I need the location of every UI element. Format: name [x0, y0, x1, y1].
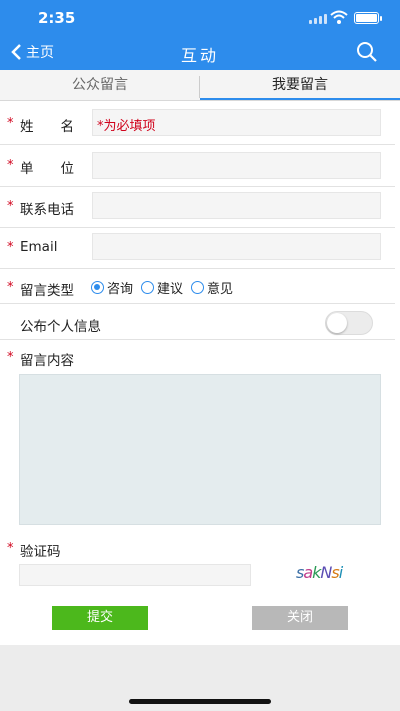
phone-field[interactable]	[92, 192, 381, 219]
search-icon[interactable]	[356, 41, 378, 63]
radio-label: 建议	[157, 282, 184, 297]
captcha-char: i	[338, 563, 344, 582]
captcha-char: N	[320, 563, 332, 582]
status-bar: 2:35	[0, 0, 400, 34]
content-label: 留言内容	[20, 353, 74, 369]
required-mark: *	[7, 199, 14, 214]
captcha-label: 验证码	[20, 544, 61, 560]
radio-empty-icon	[191, 281, 205, 294]
publish-toggle[interactable]	[325, 311, 373, 335]
divider	[0, 186, 395, 187]
phone-label: 联系电话	[20, 202, 74, 218]
captcha-image[interactable]: sakNsi	[296, 563, 344, 582]
home-indicator	[129, 699, 271, 704]
email-field[interactable]	[92, 233, 381, 260]
tab-leave-message[interactable]: 我要留言	[200, 70, 400, 100]
tab-bar: 公众留言 我要留言	[0, 70, 400, 101]
required-mark: *	[7, 116, 14, 131]
submit-button[interactable]: 提交	[52, 606, 148, 630]
radio-suggest[interactable]: 建议	[141, 278, 183, 297]
captcha-input[interactable]	[19, 564, 251, 586]
unit-field[interactable]	[92, 152, 381, 179]
type-label: 留言类型	[20, 283, 74, 299]
name-label: 姓 名	[20, 119, 74, 135]
signal-icon	[309, 14, 327, 24]
close-button[interactable]: 关闭	[252, 606, 348, 630]
required-mark: *	[7, 541, 14, 556]
name-field-hint: *为必填项	[97, 119, 156, 134]
radio-empty-icon	[141, 281, 155, 294]
required-mark: *	[7, 158, 14, 173]
required-mark: *	[7, 350, 14, 365]
message-type-group: 咨询 建议 意见	[91, 278, 233, 297]
battery-icon	[354, 12, 382, 24]
divider	[0, 144, 395, 145]
nav-bar: 主页 互动	[0, 34, 400, 70]
tab-divider	[199, 76, 200, 98]
unit-label: 单 位	[20, 161, 74, 177]
name-field[interactable]: *为必填项	[92, 109, 381, 136]
required-mark: *	[7, 280, 14, 295]
content-textarea[interactable]	[19, 374, 381, 525]
captcha-char: s	[331, 563, 339, 582]
divider	[0, 303, 395, 304]
divider	[0, 268, 395, 269]
status-time: 2:35	[38, 9, 76, 27]
email-label: Email	[20, 239, 58, 255]
divider	[0, 227, 395, 228]
wifi-icon	[330, 10, 348, 24]
radio-label: 意见	[207, 282, 234, 297]
publish-label: 公布个人信息	[20, 319, 101, 335]
page-title: 互动	[180, 46, 219, 65]
captcha-char: a	[303, 563, 313, 582]
divider	[0, 339, 395, 340]
top-bar: 2:35 主页 互动	[0, 0, 400, 70]
radio-consult[interactable]: 咨询	[91, 278, 133, 297]
tab-public-messages[interactable]: 公众留言	[0, 70, 200, 100]
radio-selected-icon	[91, 281, 104, 294]
required-mark: *	[7, 240, 14, 255]
message-form: * 姓 名 *为必填项 * 单 位 * 联系电话 * Email * 留言类型 …	[0, 101, 400, 645]
radio-label: 咨询	[107, 282, 134, 297]
radio-opinion[interactable]: 意见	[191, 278, 233, 297]
